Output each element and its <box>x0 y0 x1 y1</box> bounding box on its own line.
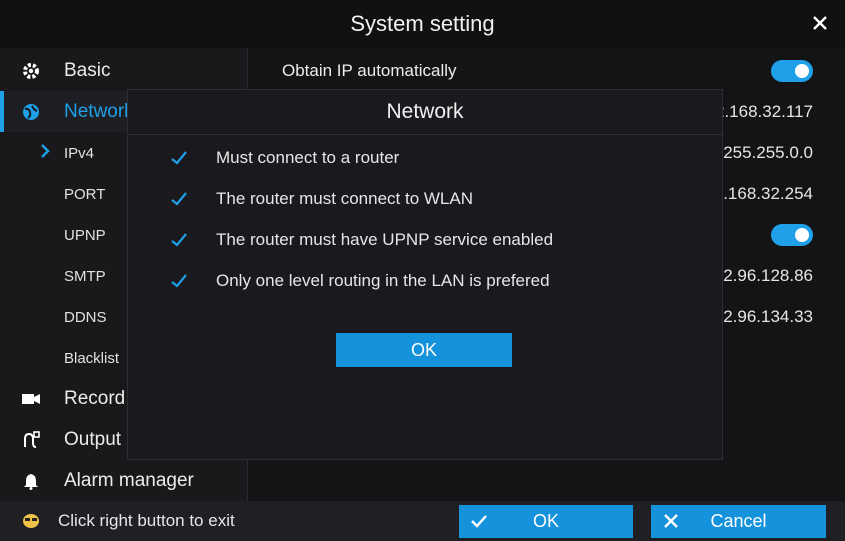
bell-icon <box>20 470 42 492</box>
settings-row-obtain-ip: Obtain IP automatically <box>248 50 845 91</box>
gear-icon <box>20 60 42 82</box>
close-button[interactable] <box>809 12 831 34</box>
sidebar-sub-label: SMTP <box>64 268 106 285</box>
obtain-ip-toggle[interactable] <box>771 60 813 82</box>
sidebar-item-label: Alarm manager <box>64 469 194 491</box>
requirement-text: The router must have UPNP service enable… <box>216 230 554 249</box>
chevron-right-icon <box>40 144 56 163</box>
check-icon <box>170 149 188 167</box>
footer-bar: Click right button to exit OK Cancel <box>0 501 845 541</box>
subnet-mask-value[interactable]: 255.255.0.0 <box>723 143 813 163</box>
dialog-title: Network <box>128 90 722 135</box>
close-icon <box>813 16 827 30</box>
exit-hint-text: Click right button to exit <box>58 511 235 530</box>
requirement-text: The router must connect to WLAN <box>216 189 473 208</box>
check-icon <box>469 511 489 531</box>
close-icon <box>661 511 681 531</box>
globe-icon <box>20 101 42 123</box>
network-dialog: Network Must connect to a router The rou… <box>127 89 723 460</box>
requirement-item: The router must connect to WLAN <box>128 180 722 218</box>
ok-button[interactable]: OK <box>459 505 633 538</box>
sidebar-sub-label: UPNP <box>64 227 106 244</box>
mouse-icon <box>20 510 42 532</box>
output-icon <box>20 429 42 451</box>
camera-icon <box>20 388 42 410</box>
sidebar-sub-label: Blacklist <box>64 350 120 367</box>
sidebar-item-label: Output <box>64 428 122 450</box>
requirement-item: Must connect to a router <box>128 139 722 177</box>
system-setting-window: System setting Basic Network IPv4 PORT U… <box>0 0 845 541</box>
settings-row-label: Obtain IP automatically <box>282 60 457 80</box>
sidebar-sub-label: IPv4 <box>64 145 95 162</box>
requirement-text: Must connect to a router <box>216 148 400 167</box>
window-title: System setting <box>350 11 495 36</box>
sidebar-item-label: Record <box>64 387 126 409</box>
check-icon <box>170 190 188 208</box>
requirement-item: Only one level routing in the LAN is pre… <box>128 262 722 300</box>
sidebar-sub-label: DDNS <box>64 309 107 326</box>
sidebar-item-basic[interactable]: Basic <box>0 50 247 91</box>
requirement-text: Only one level routing in the LAN is pre… <box>216 271 550 290</box>
sidebar-item-alarm-manager[interactable]: Alarm manager <box>0 460 247 501</box>
dialog-ok-button[interactable]: OK <box>336 333 512 367</box>
cancel-button[interactable]: Cancel <box>651 505 826 538</box>
sidebar-sub-label: PORT <box>64 186 106 203</box>
requirement-item: The router must have UPNP service enable… <box>128 221 722 259</box>
sidebar-item-label: Network <box>64 100 134 122</box>
check-icon <box>170 272 188 290</box>
title-bar: System setting <box>0 0 845 48</box>
dns-auto-toggle[interactable] <box>771 224 813 246</box>
check-icon <box>170 231 188 249</box>
exit-hint: Click right button to exit <box>20 510 235 532</box>
sidebar-item-label: Basic <box>64 59 111 81</box>
